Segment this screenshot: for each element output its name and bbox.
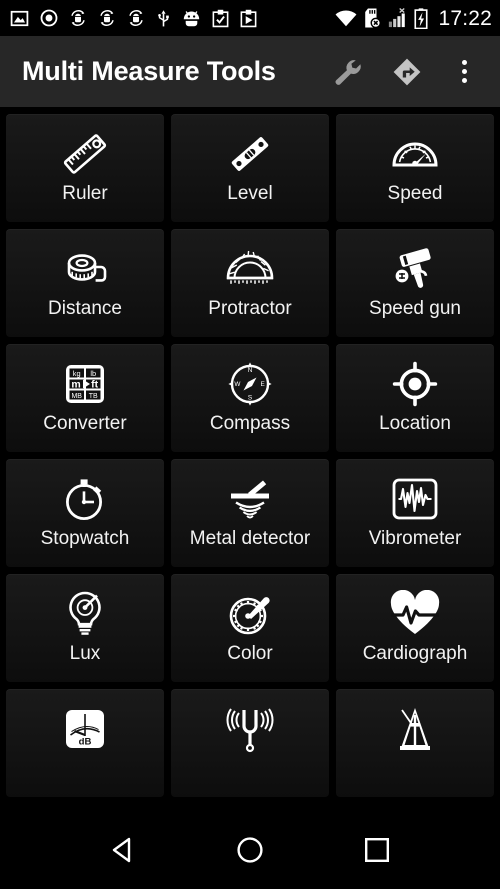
- tool-tile-location[interactable]: Location: [336, 344, 494, 452]
- tool-tile-converter[interactable]: kg lb m ft MB TB Converter: [6, 344, 164, 452]
- tool-tile-color[interactable]: Color: [171, 574, 329, 682]
- overflow-dot-3: [461, 78, 467, 83]
- recents-button[interactable]: [347, 820, 407, 880]
- tool-tile-vibrometer[interactable]: Vibrometer: [336, 459, 494, 567]
- compass-mark-e: E: [260, 381, 264, 388]
- tape-measure-icon: [60, 243, 110, 295]
- metal-detector-icon: [224, 473, 276, 525]
- usb-icon: [158, 9, 169, 26]
- signal-bars-no-service-icon: [389, 8, 406, 28]
- tool-tile-label: Converter: [43, 413, 127, 434]
- tool-tile-tuning-fork[interactable]: [171, 689, 329, 797]
- android-sync-icon-2: [100, 10, 114, 26]
- tool-tile-speed[interactable]: Speed: [336, 114, 494, 222]
- converter-cell-5: TB: [89, 393, 98, 400]
- tool-tile-metronome[interactable]: [336, 689, 494, 797]
- wrench-icon[interactable]: [330, 55, 364, 89]
- sound-meter-db-icon: dB: [61, 703, 109, 755]
- metronome-icon: [391, 703, 439, 755]
- overflow-dot-1: [461, 60, 467, 65]
- tool-tile-label: Compass: [209, 413, 291, 434]
- heart-pulse-icon: [389, 588, 441, 640]
- wifi-icon: [335, 9, 357, 26]
- navigation-diamond-icon[interactable]: [390, 55, 424, 89]
- image-icon: [10, 10, 29, 26]
- tool-tile-compass[interactable]: N E S W Compass: [171, 344, 329, 452]
- tuning-fork-icon: [225, 703, 275, 755]
- status-bar-clock: 17:22: [438, 6, 492, 30]
- tool-tile-label: Vibrometer: [368, 528, 462, 549]
- tool-tile-distance[interactable]: Distance: [6, 229, 164, 337]
- waveform-screen-icon: [390, 473, 440, 525]
- tool-tile-label: Protractor: [208, 298, 292, 319]
- android-sync-icon-1: [71, 10, 85, 26]
- back-button[interactable]: [93, 820, 153, 880]
- stopwatch-icon: [60, 473, 110, 525]
- sound-meter-unit-label: dB: [79, 737, 92, 748]
- record-circle-icon: [40, 9, 58, 27]
- status-bar-system-icons: 17:22: [335, 8, 492, 29]
- tool-tile-cardiograph[interactable]: Cardiograph: [336, 574, 494, 682]
- compass-mark-s: S: [248, 394, 252, 401]
- tool-tile-speed-gun[interactable]: Speed gun: [336, 229, 494, 337]
- tool-tile-label: Color: [227, 643, 273, 664]
- tool-tile-ruler[interactable]: Ruler: [6, 114, 164, 222]
- tool-tile-label: Speed gun: [369, 298, 461, 319]
- spirit-level-icon: [225, 128, 275, 180]
- android-sync-icon-3: [129, 10, 143, 26]
- battery-charging-icon: [414, 7, 428, 29]
- location-target-icon: [390, 358, 440, 410]
- tool-tile-stopwatch[interactable]: Stopwatch: [6, 459, 164, 567]
- light-bulb-gauge-icon: [61, 588, 109, 640]
- tool-tile-label: Speed: [387, 183, 443, 204]
- status-bar-notification-icons: [10, 9, 335, 28]
- compass-icon: N E S W: [225, 358, 275, 410]
- tool-tile-level[interactable]: Level: [171, 114, 329, 222]
- tool-tile-metal-detector[interactable]: Metal detector: [171, 459, 329, 567]
- unit-converter-icon: kg lb m ft MB TB: [61, 358, 109, 410]
- ruler-icon: [60, 128, 110, 180]
- converter-cell-1: lb: [90, 369, 96, 378]
- speedometer-icon: [390, 128, 440, 180]
- converter-cell-3: ft: [91, 379, 98, 391]
- app-install-check-icon: [212, 9, 229, 27]
- converter-cell-2: m: [71, 379, 80, 391]
- status-bar: 17:22: [0, 0, 500, 36]
- tool-tile-label: Metal detector: [189, 528, 311, 549]
- tool-tile-label: Lux: [69, 643, 101, 664]
- color-picker-dial-icon: [225, 588, 275, 640]
- app-title: Multi Measure Tools: [22, 56, 276, 86]
- tool-tile-label: Ruler: [62, 183, 108, 204]
- home-button[interactable]: [220, 820, 280, 880]
- tool-tile-sound-meter[interactable]: dB: [6, 689, 164, 797]
- tool-tile-lux[interactable]: Lux: [6, 574, 164, 682]
- tool-grid: Ruler Level Speed Distance Protractor Sp…: [0, 114, 500, 797]
- app-bar-actions: [330, 55, 484, 89]
- overflow-dot-2: [461, 69, 467, 74]
- overflow-menu-icon[interactable]: [450, 60, 478, 83]
- compass-mark-w: W: [234, 381, 241, 388]
- compass-mark-n: N: [248, 367, 253, 374]
- protractor-icon: [223, 243, 277, 295]
- tool-tile-label: Level: [227, 183, 273, 204]
- phone-screen: 17:22 Multi Measure Tools Ruler Level Sp…: [0, 0, 500, 889]
- tool-tile-label: Cardiograph: [362, 643, 468, 664]
- radar-gun-icon: [389, 243, 441, 295]
- converter-cell-0: kg: [73, 369, 81, 378]
- tool-tile-label: Location: [379, 413, 451, 434]
- play-store-install-icon: [240, 9, 257, 27]
- sd-card-removed-icon: [365, 8, 382, 28]
- android-navigation-bar: [0, 810, 500, 889]
- tool-tile-label: Stopwatch: [40, 528, 130, 549]
- tool-tile-label: Distance: [48, 298, 122, 319]
- tool-grid-scroll[interactable]: Ruler Level Speed Distance Protractor Sp…: [0, 108, 500, 810]
- tool-tile-protractor[interactable]: Protractor: [171, 229, 329, 337]
- converter-cell-4: MB: [71, 393, 82, 400]
- android-head-icon: [183, 10, 200, 26]
- app-bar: Multi Measure Tools: [0, 36, 500, 108]
